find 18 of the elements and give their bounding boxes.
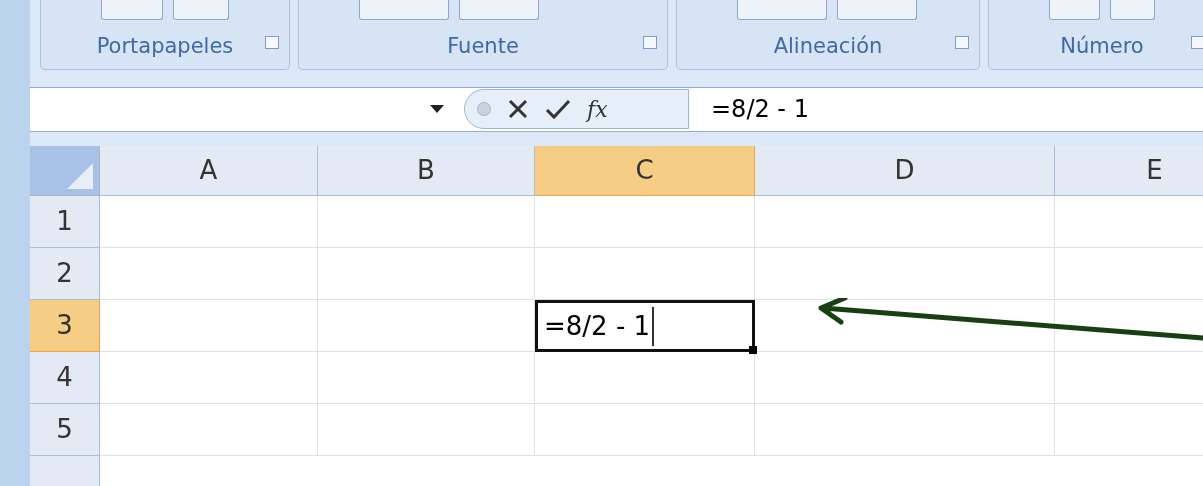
column-header[interactable]: E <box>1055 146 1203 196</box>
cell-text: =8/2 - 1 <box>544 306 655 346</box>
active-cell[interactable]: =8/2 - 1 <box>535 300 755 352</box>
insert-function-button[interactable]: fx <box>587 92 608 126</box>
column-header[interactable]: D <box>755 146 1055 196</box>
column-header[interactable]: B <box>318 146 535 196</box>
formula-text[interactable]: =8/2 - 1 <box>711 91 809 128</box>
group-label: Número <box>1060 32 1144 60</box>
row-header[interactable]: 4 <box>30 352 100 404</box>
group-label: Fuente <box>447 32 519 60</box>
row-header[interactable]: 3 <box>30 300 100 352</box>
column-header[interactable]: A <box>100 146 318 196</box>
column-header[interactable]: C <box>535 146 755 196</box>
group-label: Alineación <box>773 32 883 60</box>
row-header[interactable]: 1 <box>30 196 100 248</box>
row-header[interactable]: 2 <box>30 248 100 300</box>
row-header[interactable]: 5 <box>30 404 100 456</box>
group-label: Portapapeles <box>96 32 234 60</box>
